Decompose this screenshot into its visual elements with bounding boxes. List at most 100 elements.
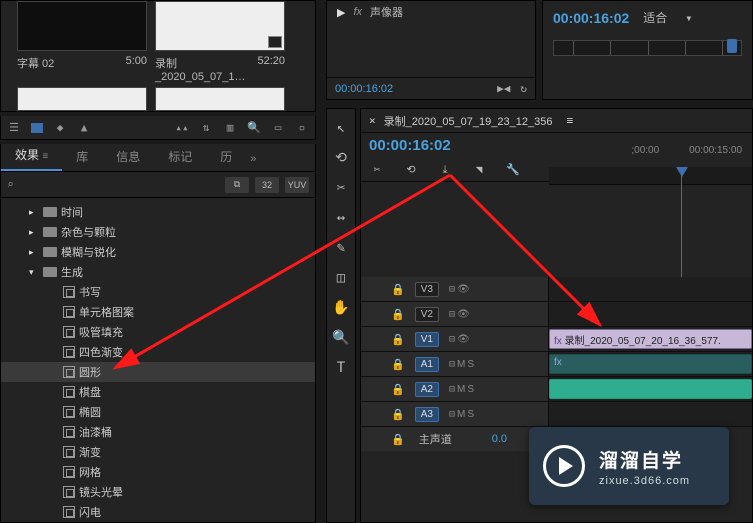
twisty-icon[interactable]: ▶: [337, 6, 345, 19]
twisty-icon[interactable]: ▸: [29, 207, 39, 218]
marker-icon[interactable]: ⤓: [437, 163, 453, 177]
zoom-dropdown[interactable]: 适合▾: [643, 9, 692, 26]
source-patch-icon[interactable]: ⊟: [449, 384, 455, 395]
track-select-tool[interactable]: ⟲: [332, 149, 350, 167]
effects-preset[interactable]: 四色渐变: [1, 342, 315, 362]
track-target-button[interactable]: V1: [415, 332, 439, 347]
track-lane[interactable]: fx: [549, 352, 752, 376]
project-clip[interactable]: [17, 87, 147, 111]
accel-badge[interactable]: ⧉: [225, 177, 249, 193]
solo-button[interactable]: S: [467, 384, 474, 395]
lock-icon[interactable]: 🔒: [391, 308, 405, 321]
wrench-icon[interactable]: 🔧: [505, 163, 521, 176]
mute-button[interactable]: M: [457, 359, 465, 370]
track-target-button[interactable]: A2: [415, 382, 439, 397]
effects-preset[interactable]: 书写: [1, 282, 315, 302]
tab-info[interactable]: 信息: [102, 142, 154, 171]
toggle-output-icon[interactable]: 👁: [457, 334, 470, 345]
effects-folder[interactable]: ▸模糊与锐化: [1, 242, 315, 262]
playhead-icon[interactable]: [727, 39, 737, 53]
auto-icon[interactable]: ⇅: [199, 121, 213, 135]
ec-timecode[interactable]: 00:00:16:02: [335, 83, 393, 95]
selection-tool[interactable]: ↖: [332, 119, 350, 137]
effects-folder[interactable]: ▸杂色与颗粒: [1, 222, 315, 242]
sort-icon[interactable]: ▲: [77, 121, 91, 135]
source-patch-icon[interactable]: ⊟: [449, 284, 455, 295]
effects-preset[interactable]: 渐变: [1, 442, 315, 462]
timeline-ruler[interactable]: [549, 167, 752, 185]
track-lane[interactable]: [549, 277, 752, 301]
rectangle-tool[interactable]: ◫: [332, 269, 350, 287]
audio-clip[interactable]: [549, 379, 752, 399]
play-icon[interactable]: ▶◀: [497, 82, 510, 95]
snap-icon[interactable]: ✂: [369, 163, 385, 176]
project-clip[interactable]: 录制_2020_05_07_1… 52:20: [155, 1, 285, 83]
source-patch-icon[interactable]: ⊟: [449, 334, 455, 345]
toggle-output-icon[interactable]: 👁: [457, 309, 470, 320]
tab-effects[interactable]: 效果 ≡: [1, 140, 62, 171]
solo-button[interactable]: S: [467, 359, 474, 370]
video-clip[interactable]: fx 录制_2020_05_07_20_16_36_577.: [549, 329, 752, 349]
new-bin-icon[interactable]: ▭: [271, 121, 285, 135]
effects-tree[interactable]: ▸时间▸杂色与颗粒▸模糊与锐化▾生成书写单元格图案吸管填充四色渐变圆形棋盘椭圆油…: [0, 198, 316, 523]
effects-preset[interactable]: 圆形: [1, 362, 315, 382]
settings-icon[interactable]: ◥: [471, 163, 487, 176]
yuv-badge[interactable]: YUV: [285, 177, 309, 193]
effects-preset[interactable]: 镜头光晕: [1, 482, 315, 502]
program-timecode[interactable]: 00:00:16:02: [553, 10, 629, 26]
toggle-output-icon[interactable]: 👁: [457, 284, 470, 295]
source-patch-icon[interactable]: ⊟: [449, 309, 455, 320]
track-target-button[interactable]: A3: [415, 407, 439, 422]
effects-search-input[interactable]: [20, 179, 219, 191]
playhead-icon[interactable]: [676, 167, 688, 177]
track-lane[interactable]: [549, 377, 752, 401]
track-target-button[interactable]: V2: [415, 307, 439, 322]
mute-button[interactable]: M: [457, 409, 465, 420]
sequence-tab[interactable]: 录制_2020_05_07_19_23_12_356: [384, 113, 553, 129]
freeform-icon[interactable]: ◆: [53, 121, 67, 135]
effects-preset[interactable]: 闪电: [1, 502, 315, 522]
effects-preset[interactable]: 单元格图案: [1, 302, 315, 322]
effects-preset[interactable]: 油漆桶: [1, 422, 315, 442]
type-tool[interactable]: T: [332, 359, 350, 377]
track-lane[interactable]: [549, 402, 752, 426]
lock-icon[interactable]: 🔒: [391, 408, 405, 421]
lock-icon[interactable]: 🔒: [391, 333, 405, 346]
hand-tool[interactable]: ✋: [332, 299, 350, 317]
tab-history[interactable]: 历: [206, 142, 246, 171]
search-icon[interactable]: 🔍: [247, 121, 261, 135]
audio-clip[interactable]: fx: [549, 354, 752, 374]
project-clip[interactable]: 字幕 02 5:00: [17, 1, 147, 83]
effect-row[interactable]: ▶ fx 声像器: [327, 1, 535, 23]
track-lane[interactable]: [549, 302, 752, 326]
ripple-tool[interactable]: ✂: [332, 179, 350, 197]
source-patch-icon[interactable]: ⊟: [449, 409, 455, 420]
effects-preset[interactable]: 椭圆: [1, 402, 315, 422]
lock-icon[interactable]: 🔒: [391, 433, 405, 446]
tab-library[interactable]: 库: [62, 142, 102, 171]
tab-markers[interactable]: 标记: [154, 142, 206, 171]
zoom-slider-icon[interactable]: ▴▴: [175, 121, 189, 135]
list-view-icon[interactable]: ☰: [7, 121, 21, 135]
project-clip[interactable]: [155, 87, 285, 111]
effects-preset[interactable]: 吸管填充: [1, 322, 315, 342]
effects-preset[interactable]: 网格: [1, 462, 315, 482]
icon-view-icon[interactable]: [31, 123, 43, 133]
new-item-icon[interactable]: ▫: [295, 121, 309, 135]
panel-menu-icon[interactable]: ≡: [566, 114, 573, 127]
tabs-overflow-icon[interactable]: »: [246, 147, 260, 171]
solo-button[interactable]: S: [467, 409, 474, 420]
32bit-badge[interactable]: 32: [255, 177, 279, 193]
master-value[interactable]: 0.0: [492, 433, 507, 445]
slip-tool[interactable]: ↔: [332, 209, 350, 227]
loop-icon[interactable]: ↻: [520, 82, 527, 95]
lock-icon[interactable]: 🔒: [391, 358, 405, 371]
program-scrubber[interactable]: [553, 40, 742, 56]
mute-button[interactable]: M: [457, 384, 465, 395]
source-patch-icon[interactable]: ⊟: [449, 359, 455, 370]
track-target-button[interactable]: V3: [415, 282, 439, 297]
zoom-tool[interactable]: 🔍: [332, 329, 350, 347]
twisty-icon[interactable]: ▸: [29, 227, 39, 238]
close-icon[interactable]: ×: [369, 114, 376, 127]
find-icon[interactable]: ▥: [223, 121, 237, 135]
